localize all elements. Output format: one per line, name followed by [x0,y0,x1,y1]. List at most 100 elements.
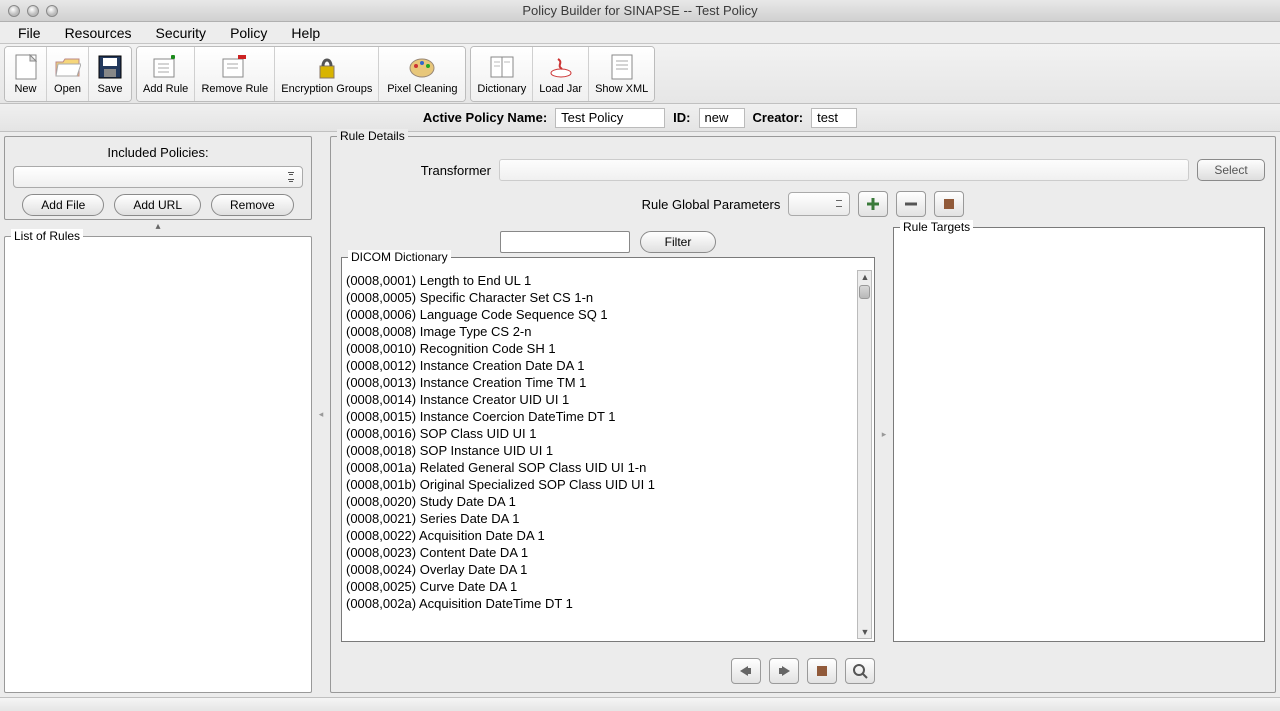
dict-entry[interactable]: (0008,001a) Related General SOP Class UI… [346,459,855,476]
rule-details-panel: Rule Details Transformer Select Rule Glo… [330,136,1276,693]
nav-search-button[interactable] [845,658,875,684]
dicom-dictionary-panel: DICOM Dictionary (0008,0001) Length to E… [341,257,875,642]
menu-policy[interactable]: Policy [218,23,279,43]
add-rule-button[interactable]: Add Rule [137,47,195,101]
dict-entry[interactable]: (0008,0018) SOP Instance UID UI 1 [346,442,855,459]
dict-entry[interactable]: (0008,0024) Overlay Date DA 1 [346,561,855,578]
included-policies-dropdown[interactable] [13,166,303,188]
toolbar-group-rules: Add Rule Remove Rule Encryption Groups P… [136,46,466,102]
show-xml-button[interactable]: Show XML [589,47,654,101]
dict-entry[interactable]: (0008,0023) Content Date DA 1 [346,544,855,561]
save-label: Save [97,83,122,95]
left-pane: Included Policies: Add File Add URL Remo… [4,136,312,693]
java-icon [547,53,575,81]
menu-security[interactable]: Security [143,23,218,43]
transformer-select-button[interactable]: Select [1197,159,1265,181]
dict-splitter[interactable]: ▸ [881,415,887,455]
included-policies-panel: Included Policies: Add File Add URL Remo… [4,136,312,220]
scrollbar-thumb[interactable] [859,285,870,299]
dict-entry[interactable]: (0008,0021) Series Date DA 1 [346,510,855,527]
menu-help[interactable]: Help [279,23,332,43]
dict-scrollbar[interactable]: ▲ ▼ [857,270,872,639]
open-label: Open [54,83,81,95]
dictionary-icon [488,53,516,81]
add-rule-icon [152,53,180,81]
menu-file[interactable]: File [6,23,53,43]
remove-rule-button[interactable]: Remove Rule [195,47,275,101]
dictionary-button[interactable]: Dictionary [471,47,533,101]
dict-entry[interactable]: (0008,0001) Length to End UL 1 [346,272,855,289]
nav-next-button[interactable] [769,658,799,684]
menu-resources[interactable]: Resources [53,23,144,43]
scroll-up-icon[interactable]: ▲ [860,272,870,282]
nav-stop-button[interactable] [807,658,837,684]
add-file-button[interactable]: Add File [22,194,104,216]
dict-entry[interactable]: (0008,0025) Curve Date DA 1 [346,578,855,595]
dict-entry[interactable]: (0008,0006) Language Code Sequence SQ 1 [346,306,855,323]
remove-param-button[interactable] [896,191,926,217]
save-icon [96,53,124,81]
included-policies-label: Included Policies: [107,145,208,160]
new-button[interactable]: New [5,47,47,101]
dict-filter-input[interactable] [500,231,630,253]
palette-icon [408,53,436,81]
rule-details-title: Rule Details [337,129,408,143]
dict-entry[interactable]: (0008,0013) Instance Creation Time TM 1 [346,374,855,391]
dict-entry[interactable]: (0008,0005) Specific Character Set CS 1-… [346,289,855,306]
scroll-down-icon[interactable]: ▼ [860,627,870,637]
dict-entry[interactable]: (0008,0020) Study Date DA 1 [346,493,855,510]
dict-entry[interactable]: (0008,002a) Acquisition DateTime DT 1 [346,595,855,612]
dicom-dictionary-list[interactable]: (0008,0001) Length to End UL 1(0008,0005… [344,270,857,639]
toolbar: New Open Save Add Rule Remove Rule Encry… [0,44,1280,104]
dict-entry[interactable]: (0008,0014) Instance Creator UID UI 1 [346,391,855,408]
titlebar: Policy Builder for SINAPSE -- Test Polic… [0,0,1280,22]
global-params-combo[interactable] [788,192,850,216]
close-icon[interactable] [8,5,20,17]
rules-list-title: List of Rules [11,229,83,243]
policy-name-label: Active Policy Name: [423,110,547,125]
load-jar-button[interactable]: Load Jar [533,47,589,101]
encryption-groups-button[interactable]: Encryption Groups [275,47,379,101]
add-param-button[interactable] [858,191,888,217]
dict-entry[interactable]: (0008,0012) Instance Creation Date DA 1 [346,357,855,374]
nav-prev-button[interactable] [731,658,761,684]
toolbar-group-misc: Dictionary Load Jar Show XML [470,46,655,102]
edit-param-button[interactable] [934,191,964,217]
creator-input[interactable] [811,108,857,128]
policy-info-bar: Active Policy Name: ID: Creator: [0,104,1280,132]
lock-icon [313,53,341,81]
zoom-icon[interactable] [46,5,58,17]
rules-list-panel[interactable]: List of Rules [4,236,312,693]
open-folder-icon [54,53,82,81]
load-jar-label: Load Jar [539,83,582,95]
dictionary-label: Dictionary [477,83,526,95]
pixel-cleaning-label: Pixel Cleaning [387,83,457,95]
minimize-icon[interactable] [27,5,39,17]
policy-id-input[interactable] [699,108,745,128]
dict-entry[interactable]: (0008,0022) Acquisition Date DA 1 [346,527,855,544]
add-url-button[interactable]: Add URL [114,194,201,216]
dict-entry[interactable]: (0008,0016) SOP Class UID UI 1 [346,425,855,442]
toolbar-group-file: New Open Save [4,46,132,102]
remove-policy-button[interactable]: Remove [211,194,294,216]
filter-button[interactable]: Filter [640,231,717,253]
save-button[interactable]: Save [89,47,131,101]
add-rule-label: Add Rule [143,83,188,95]
show-xml-label: Show XML [595,83,648,95]
dict-entry[interactable]: (0008,0015) Instance Coercion DateTime D… [346,408,855,425]
open-button[interactable]: Open [47,47,89,101]
vertical-splitter[interactable]: ◂ [318,136,324,693]
dict-entry[interactable]: (0008,0008) Image Type CS 2-n [346,323,855,340]
dicom-dictionary-title: DICOM Dictionary [348,250,451,264]
rule-targets-panel[interactable]: Rule Targets [893,227,1265,642]
global-params-label: Rule Global Parameters [642,197,781,212]
pixel-cleaning-button[interactable]: Pixel Cleaning [379,47,465,101]
dict-entry[interactable]: (0008,001b) Original Specialized SOP Cla… [346,476,855,493]
remove-rule-label: Remove Rule [201,83,268,95]
policy-name-input[interactable] [555,108,665,128]
encryption-groups-label: Encryption Groups [281,83,372,95]
dict-entry[interactable]: (0008,0010) Recognition Code SH 1 [346,340,855,357]
remove-rule-icon [221,53,249,81]
transformer-input[interactable] [499,159,1189,181]
menubar: File Resources Security Policy Help [0,22,1280,44]
